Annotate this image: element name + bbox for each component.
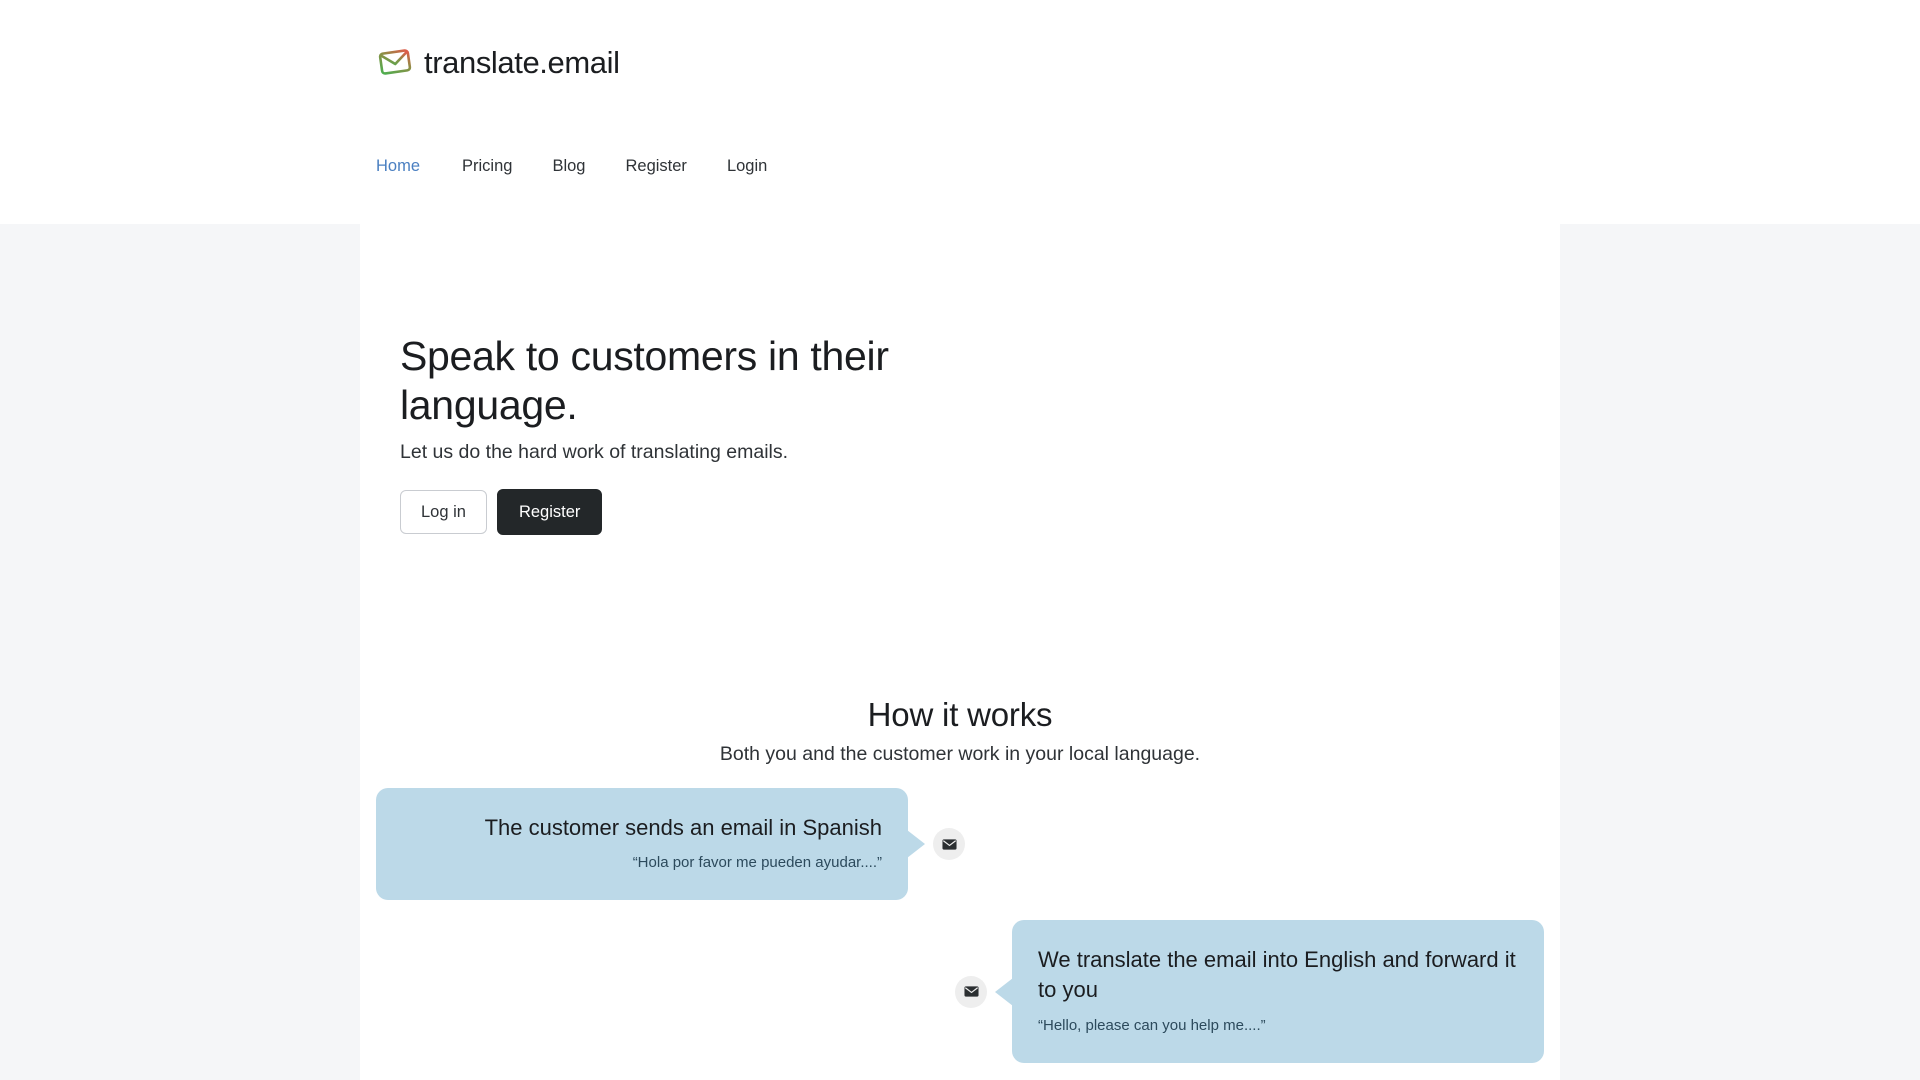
steps-list: The customer sends an email in Spanish “… [376, 787, 1544, 1080]
header-inner: translate.email Home Pricing Blog Regist… [360, 0, 1560, 224]
nav-item-register[interactable]: Register [605, 158, 706, 175]
step-bubble: The customer sends an email in Spanish “… [376, 787, 925, 901]
step-quote: “Hello, please can you help me....” [1038, 1016, 1266, 1034]
hero-section: Speak to customers in their language. Le… [376, 224, 1544, 536]
how-it-works-subtitle: Both you and the customer work in your l… [719, 742, 1201, 765]
step-heading: We translate the email into English and … [1038, 947, 1516, 1003]
how-it-works-title: How it works [867, 696, 1053, 734]
nav-item-blog[interactable]: Blog [532, 158, 605, 175]
step-quote: “Hola por favor me pueden ayudar....” [632, 854, 882, 872]
hero-title: Speak to customers in their language. [400, 333, 889, 429]
page-body: Speak to customers in their language. Le… [0, 224, 1920, 1080]
step-item: We translate the email into English and … [376, 920, 1544, 1063]
nav-item-login[interactable]: Login [707, 158, 787, 175]
bubble-tail [995, 977, 1013, 1006]
content-container: Speak to customers in their language. Le… [360, 224, 1560, 1080]
bubble-tail [907, 830, 925, 859]
step-row: We translate the email into English and … [955, 920, 1544, 1063]
main-navigation: Home Pricing Blog Register Login [376, 158, 787, 175]
how-it-works-section: How it works Both you and the customer w… [376, 695, 1544, 1080]
envelope-icon [933, 828, 965, 861]
step-bubble: We translate the email into English and … [995, 920, 1544, 1063]
nav-item-home[interactable]: Home [376, 158, 442, 175]
step-row: The customer sends an email in Spanish “… [376, 787, 965, 901]
envelope-icon [955, 975, 987, 1008]
envelope-gradient-icon [376, 43, 414, 81]
site-header: translate.email Home Pricing Blog Regist… [0, 0, 1920, 224]
hero-actions: Log in Register [400, 488, 1544, 536]
step-heading: The customer sends an email in Spanish [484, 814, 882, 840]
register-button[interactable]: Register [496, 488, 603, 536]
login-button[interactable]: Log in [400, 489, 487, 535]
step-item: The customer sends an email in Spanish “… [376, 787, 1544, 901]
hero-subtitle: Let us do the hard work of translating e… [400, 441, 789, 464]
nav-item-pricing[interactable]: Pricing [442, 158, 532, 175]
brand-name: translate.email [424, 44, 620, 80]
brand-logo-link[interactable]: translate.email [376, 43, 620, 81]
